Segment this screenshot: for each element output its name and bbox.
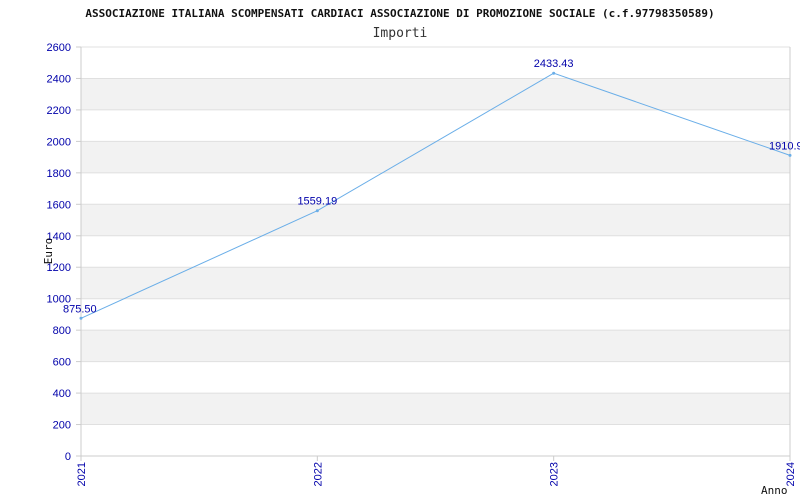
data-label: 1559.19 (297, 196, 337, 208)
y-axis-label: Euro (42, 238, 55, 265)
grid-band (81, 267, 790, 299)
y-tick-label: 600 (53, 357, 71, 369)
y-tick-label: 800 (53, 325, 71, 337)
y-tick-label: 1800 (47, 168, 71, 180)
chart-subtitle: Importi (373, 26, 428, 41)
line-chart: 0200400600800100012001400160018002000220… (42, 7, 800, 497)
chart-title: ASSOCIAZIONE ITALIANA SCOMPENSATI CARDIA… (85, 7, 714, 20)
y-tick-label: 400 (53, 388, 71, 400)
x-tick-label: 2023 (549, 462, 561, 486)
y-tick-label: 0 (65, 451, 71, 463)
data-label: 2433.43 (534, 58, 574, 70)
grid-band (81, 204, 790, 236)
x-tick-label: 2022 (312, 462, 324, 486)
y-tick-label: 2400 (47, 73, 71, 85)
data-point (79, 316, 83, 320)
y-tick-label: 1600 (47, 199, 71, 211)
x-tick-label: 2021 (76, 462, 88, 486)
grid-band (81, 330, 790, 362)
x-axis-label: Anno (761, 484, 788, 497)
data-point (315, 209, 319, 213)
grid-band (81, 78, 790, 110)
data-label: 1910.97 (769, 140, 800, 152)
y-tick-label: 2000 (47, 136, 71, 148)
x-axis-ticks: 2021 2022 2023 2024 (76, 456, 797, 486)
data-point (552, 71, 556, 75)
y-tick-label: 2600 (47, 42, 71, 54)
grid-bands (81, 46, 790, 457)
y-tick-label: 2200 (47, 105, 71, 117)
data-label: 875.50 (63, 303, 97, 315)
grid-band (81, 141, 790, 173)
grid-band (81, 393, 790, 425)
data-point (788, 153, 792, 157)
x-tick-label: 2024 (785, 462, 797, 486)
y-tick-label: 200 (53, 420, 71, 432)
